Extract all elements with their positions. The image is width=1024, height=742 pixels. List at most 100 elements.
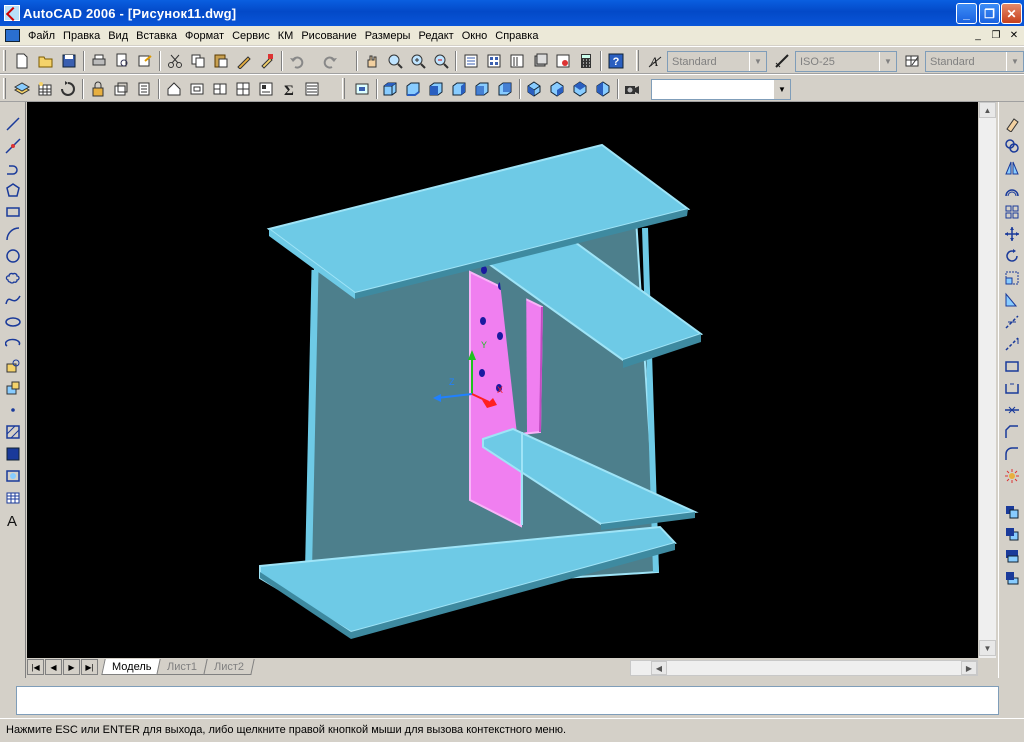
view-select[interactable]: ▼: [651, 79, 791, 100]
copy-icon[interactable]: [188, 51, 208, 71]
scroll-right-icon[interactable]: ▶: [961, 661, 977, 675]
open-file-icon[interactable]: [36, 51, 56, 71]
back-view-icon[interactable]: [495, 79, 515, 99]
tab-layout2[interactable]: Лист2: [202, 659, 255, 675]
scroll-down-icon[interactable]: ▼: [979, 640, 996, 656]
paste-icon[interactable]: [211, 51, 231, 71]
layer-manager-icon[interactable]: [12, 79, 32, 99]
menu-help[interactable]: Справка: [491, 30, 542, 42]
mirror-icon[interactable]: [1002, 158, 1022, 178]
revision-cloud-icon[interactable]: [3, 268, 23, 288]
chamfer-icon[interactable]: [1002, 422, 1022, 442]
hatch-icon[interactable]: [3, 422, 23, 442]
first-tab-icon[interactable]: |◀: [27, 659, 44, 675]
scale-icon[interactable]: [1002, 268, 1022, 288]
fillet-icon[interactable]: [1002, 444, 1022, 464]
trim-icon[interactable]: [1002, 312, 1022, 332]
layer-previous-icon[interactable]: [58, 79, 78, 99]
close-button[interactable]: ✕: [1001, 3, 1022, 24]
menu-edit[interactable]: Правка: [59, 30, 104, 42]
dim-style-select[interactable]: ISO-25 ▼: [795, 51, 897, 72]
offset-icon[interactable]: [1002, 180, 1022, 200]
menu-draw[interactable]: Рисование: [297, 30, 360, 42]
menu-window[interactable]: Окно: [458, 30, 492, 42]
bring-above-icon[interactable]: [1002, 546, 1022, 566]
autocad-app-icon[interactable]: [4, 5, 20, 21]
tab-model[interactable]: Модель: [101, 659, 163, 675]
menu-format[interactable]: Формат: [181, 30, 228, 42]
text-style-select[interactable]: Standard ▼: [667, 51, 767, 72]
se-iso-view-icon[interactable]: [547, 79, 567, 99]
bring-to-front-icon[interactable]: [1002, 502, 1022, 522]
vertical-scrollbar[interactable]: ▲ ▼: [978, 102, 996, 658]
ellipse-icon[interactable]: [3, 312, 23, 332]
spline-icon[interactable]: [3, 290, 23, 310]
save-icon[interactable]: [59, 51, 79, 71]
join-icon[interactable]: [1002, 400, 1022, 420]
zoom-window-icon[interactable]: [408, 51, 428, 71]
sum-icon[interactable]: Σ: [279, 79, 299, 99]
top-view-icon[interactable]: [380, 79, 400, 99]
front-view-icon[interactable]: [472, 79, 492, 99]
document-icon[interactable]: [5, 29, 20, 42]
construction-line-icon[interactable]: [3, 136, 23, 156]
menu-modify[interactable]: Редакт: [414, 30, 457, 42]
line-icon[interactable]: [3, 114, 23, 134]
group-icon[interactable]: [111, 79, 131, 99]
last-tab-icon[interactable]: ▶|: [81, 659, 98, 675]
break-icon[interactable]: [1002, 378, 1022, 398]
rotate-icon[interactable]: [1002, 246, 1022, 266]
print-icon[interactable]: [89, 51, 109, 71]
insert-block-icon[interactable]: [3, 356, 23, 376]
prev-tab-icon[interactable]: ◀: [45, 659, 62, 675]
pan-realtime-icon[interactable]: [362, 51, 382, 71]
polyline-icon[interactable]: [3, 158, 23, 178]
sw-iso-view-icon[interactable]: [524, 79, 544, 99]
menu-file[interactable]: Файл: [24, 30, 59, 42]
frame-icon[interactable]: [187, 79, 207, 99]
left-view-icon[interactable]: [426, 79, 446, 99]
layer-grid-icon[interactable]: [35, 79, 55, 99]
print-preview-icon[interactable]: [112, 51, 132, 71]
mdi-minimize-button[interactable]: _: [970, 28, 986, 42]
properties-icon[interactable]: [461, 51, 481, 71]
multiline-text-icon[interactable]: A: [3, 510, 23, 530]
zoom-realtime-icon[interactable]: [385, 51, 405, 71]
chevron-down-icon[interactable]: ▼: [1006, 52, 1023, 71]
section-icon[interactable]: [210, 79, 230, 99]
explode-icon[interactable]: [1002, 466, 1022, 486]
list-icon[interactable]: [134, 79, 154, 99]
dim-style-icon[interactable]: [772, 51, 792, 71]
arc-icon[interactable]: [3, 224, 23, 244]
text-style-icon[interactable]: A: [645, 51, 665, 71]
drawing-viewport[interactable]: Y Z X: [27, 102, 978, 658]
maximize-button[interactable]: ❐: [979, 3, 1000, 24]
make-block-icon[interactable]: [3, 378, 23, 398]
match-properties-icon[interactable]: [234, 51, 254, 71]
block-editor-icon[interactable]: [257, 51, 277, 71]
ne-iso-view-icon[interactable]: [570, 79, 590, 99]
send-to-back-icon[interactable]: [1002, 524, 1022, 544]
title-bar[interactable]: AutoCAD 2006 - [Рисунок11.dwg] _ ❐ ✕: [0, 0, 1024, 26]
design-center-icon[interactable]: [484, 51, 504, 71]
undo-icon[interactable]: [287, 51, 307, 71]
drawing-canvas[interactable]: Y Z X: [27, 102, 978, 658]
scroll-up-icon[interactable]: ▲: [979, 102, 996, 118]
right-view-icon[interactable]: [449, 79, 469, 99]
tool-palettes-icon[interactable]: [507, 51, 527, 71]
table-style-select[interactable]: Standard ▼: [925, 51, 1024, 72]
minimize-button[interactable]: _: [956, 3, 977, 24]
attribute-icon[interactable]: [256, 79, 276, 99]
toolbar-grip[interactable]: [342, 78, 345, 99]
circle-icon[interactable]: [3, 246, 23, 266]
menu-view[interactable]: Вид: [104, 30, 132, 42]
rectangle-icon[interactable]: [3, 202, 23, 222]
toolbar-grip[interactable]: [3, 78, 6, 99]
erase-icon[interactable]: [1002, 114, 1022, 134]
region-icon[interactable]: [3, 466, 23, 486]
copy-object-icon[interactable]: [1002, 136, 1022, 156]
menu-dimensions[interactable]: Размеры: [361, 30, 415, 42]
table-icon[interactable]: [3, 488, 23, 508]
menu-km[interactable]: КМ: [274, 30, 298, 42]
move-icon[interactable]: [1002, 224, 1022, 244]
